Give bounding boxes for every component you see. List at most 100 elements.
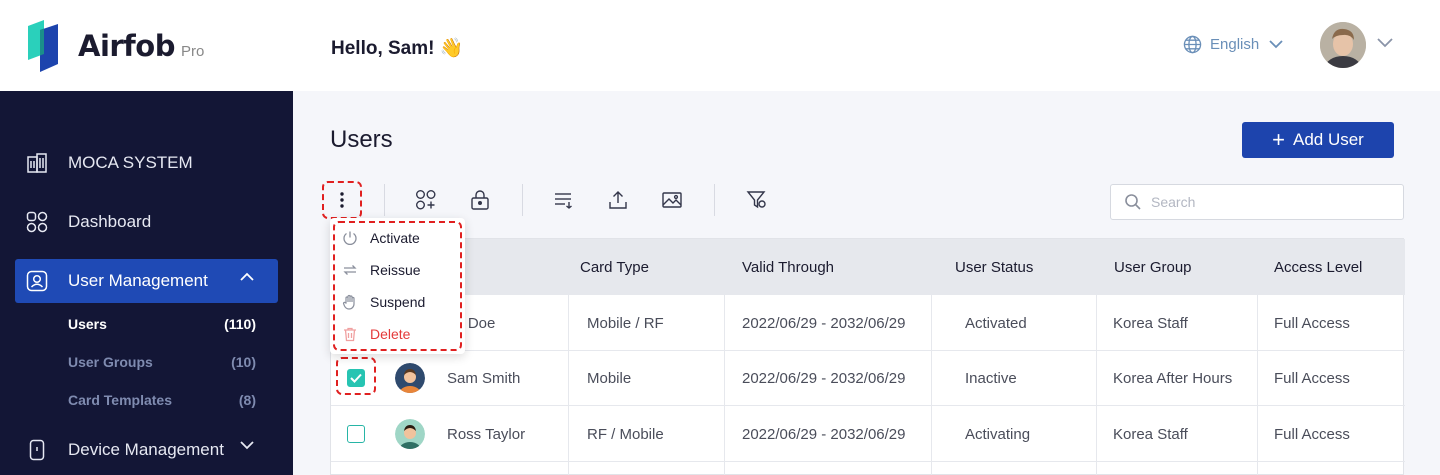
subitem-count: (8) [238,392,256,408]
column-card-type[interactable]: Card Type [580,239,649,295]
sidebar-subitem-user-groups[interactable]: User Groups (10) [68,354,256,370]
filter-settings-button[interactable] [745,188,769,212]
language-selector[interactable]: English [1183,35,1283,54]
user-avatar[interactable] [1320,22,1366,68]
device-icon [25,438,49,462]
image-icon [662,192,682,208]
card-type: Mobile / RF [587,314,664,332]
search-icon [1124,193,1142,211]
column-settings-button[interactable] [552,188,576,212]
user-card-icon [25,269,49,293]
sidebar-subitem-users[interactable]: Users (110) [68,316,256,332]
menu-highlight [333,221,462,351]
user-group: Korea Staff [1113,314,1188,332]
column-valid-through[interactable]: Valid Through [742,239,834,295]
table-header: Card Type Valid Through User Status User… [331,239,1405,295]
access-level: Full Access [1274,314,1350,332]
column-access-level[interactable]: Access Level [1274,239,1362,295]
chevron-up-icon [240,272,254,281]
top-bar: Airfob Pro Hello, Sam! 👋 English [0,0,1440,91]
chevron-down-icon [1269,40,1283,49]
group-add-icon [416,190,436,210]
language-label: English [1210,36,1260,53]
column-label: User Group [1114,258,1192,276]
building-icon [25,151,49,175]
toolbar-divider [714,184,715,216]
account-chevron-down-icon[interactable] [1377,38,1393,48]
valid-through: 2022/06/29 - 2032/06/29 [742,369,906,387]
sidebar-item-label: User Management [68,271,208,290]
valid-through: 2022/06/29 - 2032/06/29 [742,425,906,443]
sidebar-item-user-management[interactable]: User Management [15,259,278,303]
valid-through: 2022/06/29 - 2032/06/29 [742,314,906,332]
checkbox-highlight [336,357,376,395]
image-button[interactable] [660,188,684,212]
assign-group-button[interactable] [414,188,438,212]
lock-icon [471,190,489,210]
sidebar-subitem-card-templates[interactable]: Card Templates (8) [68,392,256,408]
sidebar-item-moca-system[interactable]: MOCA SYSTEM [15,141,278,185]
access-level: Full Access [1274,425,1350,443]
export-button[interactable] [606,188,630,212]
avatar-illustration-icon [395,363,425,393]
page-title: Users [330,126,393,153]
user-avatar [395,363,425,393]
toolbar-divider [522,184,523,216]
user-status: Activated [965,314,1027,332]
grid-icon [25,210,49,234]
access-level-button[interactable] [468,188,492,212]
search-box[interactable] [1110,184,1404,220]
subitem-label: User Groups [68,354,153,370]
card-type: Mobile [587,369,632,387]
airfob-logo-icon [28,20,58,72]
list-settings-icon [555,193,572,209]
user-avatar [395,419,425,449]
user-group: Korea Staff [1113,425,1188,443]
column-label: Access Level [1274,258,1363,276]
column-label: Card Type [580,258,649,276]
brand-logo[interactable]: Airfob Pro [24,20,204,72]
user-status: Activating [965,425,1031,443]
subitem-label: Card Templates [68,392,172,408]
sidebar-item-label: Device Management [68,440,224,459]
row-checkbox[interactable] [347,425,365,443]
plus-icon: + [1272,127,1285,152]
access-level: Full Access [1274,369,1350,387]
column-user-status[interactable]: User Status [955,239,1033,295]
column-label: Valid Through [742,258,835,276]
user-name: Ross Taylor [447,425,526,443]
card-type: RF / Mobile [587,425,664,443]
sidebar-item-label: MOCA SYSTEM [68,153,193,172]
user-group: Korea After Hours [1113,369,1233,387]
subitem-count: (110) [224,316,256,332]
toolbar-divider [384,184,385,216]
add-user-label: Add User [1292,130,1364,149]
subitem-label: Users [68,316,107,332]
greeting-text: Hello, Sam! 👋 [331,38,464,59]
avatar-photo-icon [1320,22,1366,68]
search-input[interactable] [1151,194,1391,210]
more-actions-button[interactable] [322,181,362,219]
sidebar-item-dashboard[interactable]: Dashboard [15,200,278,244]
filter-icon [746,191,766,209]
vertical-dots-icon [340,192,344,208]
user-name: Sam Smith [447,369,521,387]
upload-icon [609,191,627,209]
avatar-illustration-icon [395,419,425,449]
subitem-count: (10) [231,354,256,370]
table-row[interactable]: Ross Taylor RF / Mobile 2022/06/29 - 203… [331,406,1405,462]
globe-icon [1183,35,1202,54]
sidebar: MOCA SYSTEM Dashboard User Management Us… [0,91,293,475]
sidebar-item-device-management[interactable]: Device Management [15,428,278,472]
add-user-button[interactable]: + Add User [1242,122,1394,158]
user-status: Inactive [965,369,1017,387]
table-row[interactable]: hn Doe Mobile / RF 2022/06/29 - 2032/06/… [331,295,1405,351]
brand-edition: Pro [181,42,205,60]
users-table: Card Type Valid Through User Status User… [330,238,1405,475]
sidebar-item-label: Dashboard [68,212,152,231]
brand-name: Airfob [78,29,176,63]
table-row[interactable]: Sam Smith Mobile 2022/06/29 - 2032/06/29… [331,350,1405,406]
column-user-group[interactable]: User Group [1114,239,1192,295]
column-label: User Status [955,258,1034,276]
chevron-down-icon [240,441,254,450]
